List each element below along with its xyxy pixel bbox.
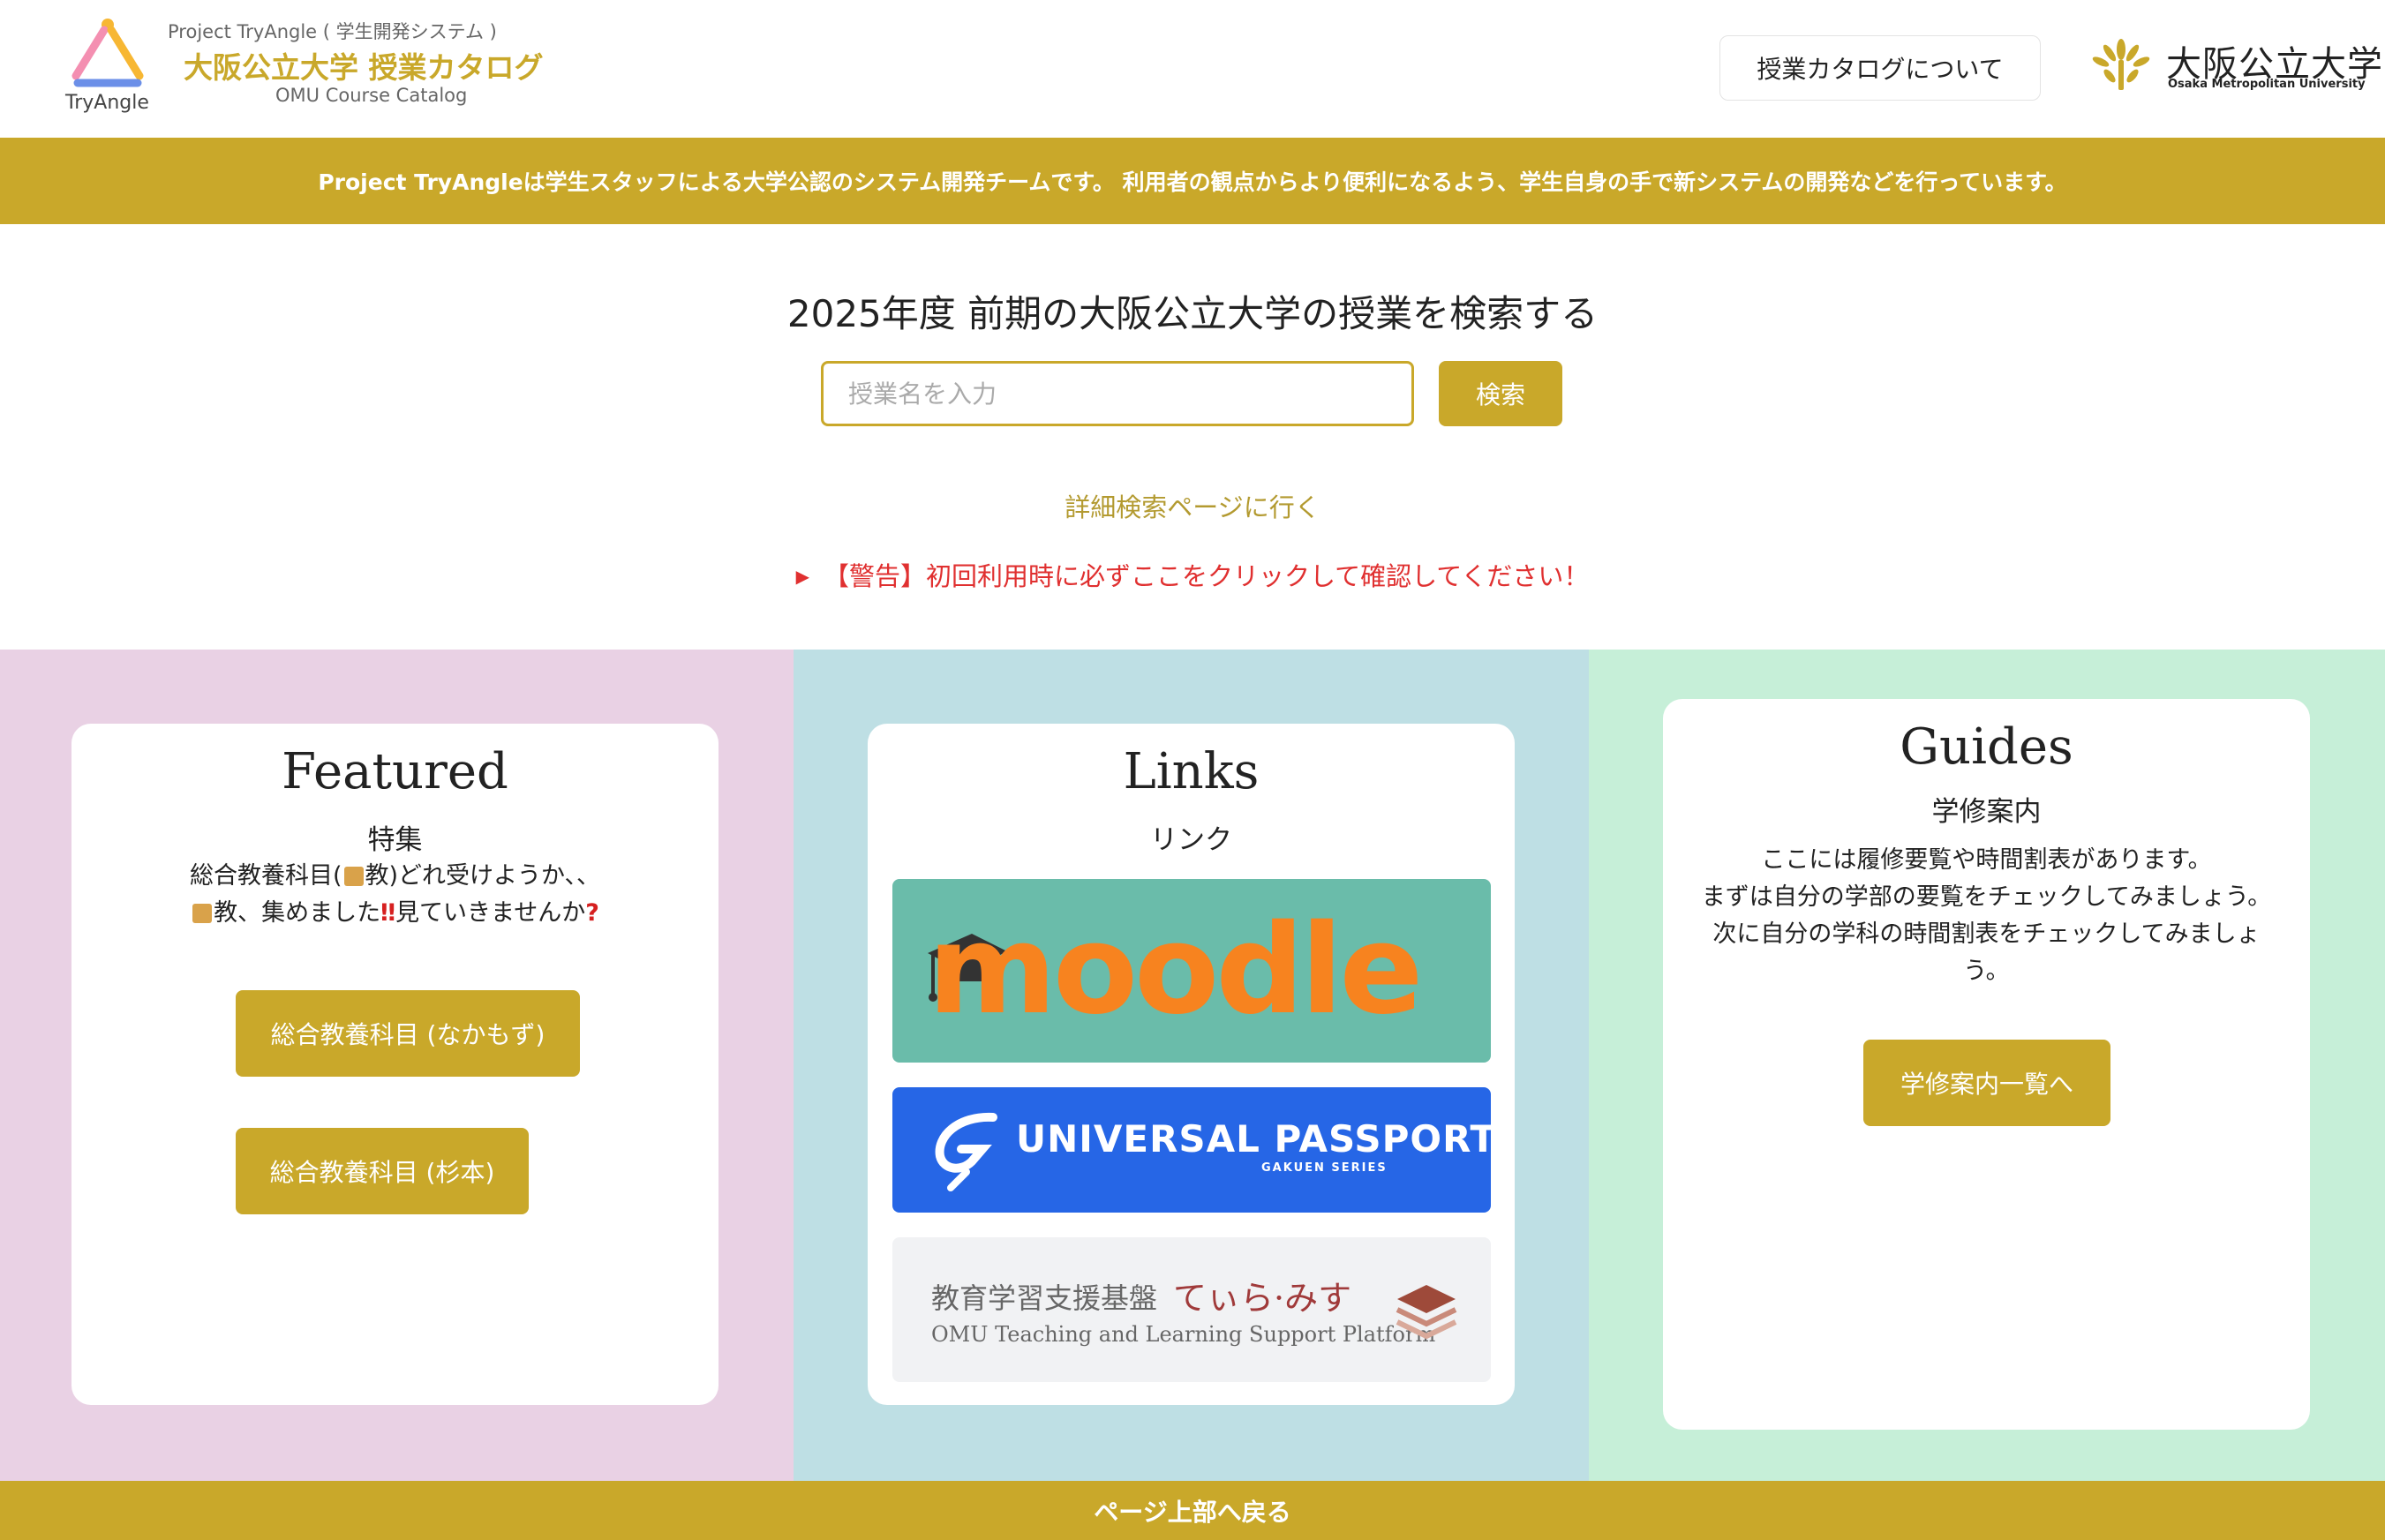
question-mark-icon: ? — [585, 899, 599, 927]
links-card: Links リンク moodle UNIVERSAL PASSPORTRX GA… — [868, 724, 1515, 1405]
featured-section: Featured 特集 総合教養科目(教)どれ受けようか、、 教、集めました‼見… — [0, 650, 794, 1481]
guides-line-2: まずは自分の学部の要覧をチェックしてみましょう。 — [1701, 883, 2272, 911]
first-use-warning[interactable]: ▶ 【警告】初回利用時に必ずここをクリックして確認してください！ — [0, 556, 2385, 593]
universal-passport-logo-text: UNIVERSAL PASSPORTRX — [1016, 1117, 1491, 1161]
universal-passport-g-icon — [935, 1112, 997, 1191]
tiramisu-name: てぃら·みす — [1173, 1279, 1352, 1318]
guides-subtitle: 学修案内 — [1931, 796, 2042, 828]
moodle-link[interactable]: moodle — [892, 879, 1491, 1063]
featured-subtitle: 特集 — [367, 824, 423, 856]
guides-line-4: う。 — [1963, 958, 2010, 985]
search-button[interactable]: 検索 — [1439, 361, 1562, 426]
guides-section: Guides 学修案内 ここには履修要覧や時間割表があります。 まずは自分の学部… — [1589, 650, 2385, 1481]
site-title[interactable]: 大阪公立大学 授業カタログ — [184, 44, 544, 86]
project-label: Project TryAngle ( 学生開発システム ) — [168, 21, 497, 42]
links-section: Links リンク moodle UNIVERSAL PASSPORTRX GA… — [794, 650, 1589, 1481]
package-icon — [343, 867, 364, 886]
guides-description: ここには履修要覧や時間割表があります。 まずは自分の学部の要覧をチェックしてみま… — [1663, 842, 2310, 990]
featured-card: Featured 特集 総合教養科目(教)どれ受けようか、、 教、集めました‼見… — [71, 724, 719, 1405]
double-exclamation-icon: ‼ — [380, 899, 396, 927]
site-subtitle: OMU Course Catalog — [275, 85, 468, 106]
links-subtitle: リンク — [1150, 824, 1232, 856]
guides-card: Guides 学修案内 ここには履修要覧や時間割表があります。 まずは自分の学部… — [1663, 699, 2310, 1430]
warning-text: 【警告】初回利用時に必ずここをクリックして確認してください！ — [823, 561, 1590, 591]
about-catalog-button[interactable]: 授業カタログについて — [1719, 35, 2041, 101]
featured-line-1: 総合教養科目(教)どれ受けようか、、 — [189, 862, 601, 890]
guides-line-3: 次に自分の学科の時間割表をチェックしてみましょ — [1712, 920, 2261, 948]
layered-stack-icon — [1396, 1285, 1457, 1340]
featured-description: 総合教養科目(教)どれ受けようか、、 教、集めました‼見ていきませんか? — [71, 858, 719, 932]
header: TryAngle Project TryAngle ( 学生開発システム ) 大… — [0, 0, 2385, 138]
logo-text: TryAngle — [65, 92, 149, 114]
guides-line-1: ここには履修要覧や時間割表があります。 — [1761, 846, 2212, 874]
course-search-input[interactable] — [821, 361, 1414, 426]
disclosure-triangle-icon[interactable]: ▶ — [796, 566, 809, 587]
search-heading: 2025年度 前期の大阪公立大学の授業を検索する — [786, 292, 1599, 335]
moodle-logo-text: moodle — [928, 898, 1423, 1042]
general-education-sugimoto-button[interactable]: 総合教養科目 (杉本) — [236, 1128, 529, 1214]
tiramisu-english-label: OMU Teaching and Learning Support Platfo… — [931, 1322, 1436, 1347]
package-icon — [192, 904, 213, 923]
universal-passport-link[interactable]: UNIVERSAL PASSPORTRX GAKUEN SERIES — [892, 1087, 1491, 1213]
tiramisu-japanese-label: 教育学習支援基盤 — [931, 1281, 1158, 1315]
study-guides-list-button[interactable]: 学修案内一覧へ — [1863, 1040, 2110, 1126]
gakuen-series-label: GAKUEN SERIES — [1261, 1161, 1388, 1175]
project-banner: Project TryAngleは学生スタッフによる大学公認のシステム開発チーム… — [0, 138, 2385, 224]
general-education-nakamozu-button[interactable]: 総合教養科目 (なかもず) — [236, 990, 580, 1077]
university-logo-icon[interactable] — [2090, 37, 2152, 94]
guides-title: Guides — [1900, 718, 2073, 776]
featured-title: Featured — [282, 743, 508, 800]
featured-line-2: 教、集めました‼見ていきませんか? — [71, 895, 719, 932]
tiramisu-link[interactable]: 教育学習支援基盤 てぃら·みす OMU Teaching and Learnin… — [892, 1237, 1491, 1382]
advanced-search-link[interactable]: 詳細検索ページに行く — [0, 487, 2385, 524]
back-to-top-button[interactable]: ページ上部へ戻る — [0, 1481, 2385, 1540]
university-name-en: Osaka Metropolitan University — [2168, 78, 2366, 91]
links-title: Links — [1123, 743, 1260, 800]
